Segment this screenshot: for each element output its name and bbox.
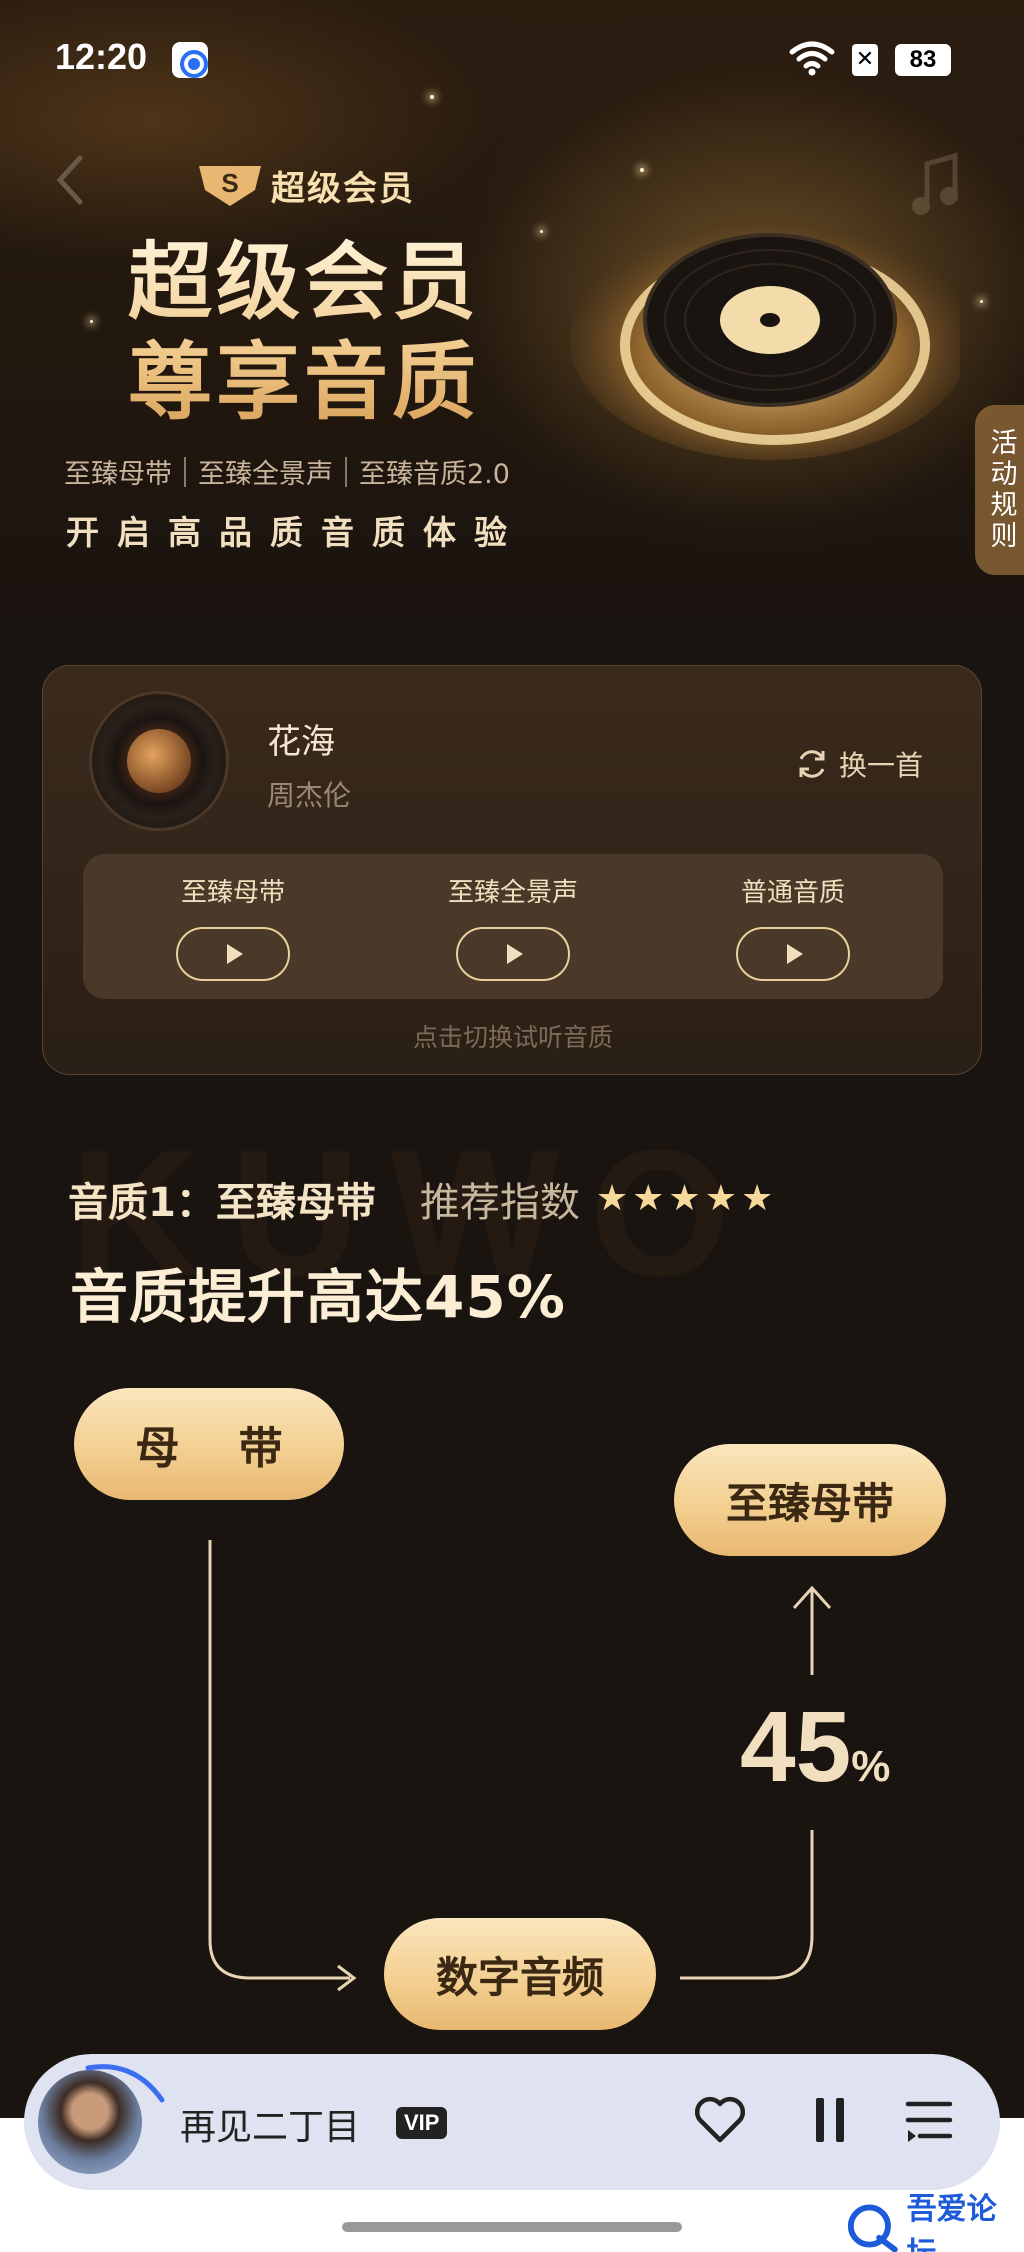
divider: [184, 456, 186, 487]
hero-tagline: 开启高品质音质体验: [66, 513, 525, 552]
hero-title-line1: 超级会员: [128, 233, 481, 331]
forum-watermark: 吾爱论坛: [842, 2184, 1024, 2252]
flow-arrow-head: [792, 1585, 832, 1610]
vip-logo-text: 超级会员: [271, 168, 415, 209]
master-tape-pill: 母 带: [74, 1388, 344, 1500]
digital-audio-pill: 数字音频: [384, 1918, 656, 2030]
album-art: [89, 691, 229, 831]
vip-badge: VIP: [396, 2107, 448, 2139]
flow-arrow-head: [337, 1964, 357, 1992]
pause-bar: [816, 2098, 824, 2142]
pause-bar: [836, 2098, 844, 2142]
improvement-percent: 45%: [740, 1690, 890, 1805]
home-indicator[interactable]: [342, 2222, 682, 2232]
activity-rules-tab[interactable]: 活动规则: [975, 405, 1024, 575]
play-icon: [507, 944, 523, 964]
forum-logo-icon: [847, 2204, 898, 2252]
quality-option-label: 至臻母带: [180, 878, 285, 908]
play-icon: [227, 944, 243, 964]
playlist-icon[interactable]: [904, 2094, 954, 2146]
back-arrow-icon[interactable]: [50, 150, 90, 210]
battery-indicator: 83: [895, 44, 951, 76]
heart-icon[interactable]: [692, 2092, 748, 2148]
mini-player[interactable]: 再见二丁目 VIP: [24, 2054, 1000, 2190]
page: 12:20 ✕ 83 S 超级会员 超级会员 尊享音质 至臻母带 至臻全景声 至…: [0, 0, 1024, 2252]
quality-headline: 音质提升高达45%: [70, 1263, 566, 1331]
quality-option: 普通音质: [673, 872, 913, 981]
now-playing-title: 再见二丁目: [180, 2107, 361, 2148]
refresh-icon: [799, 750, 825, 778]
vip-badge-letter: S: [221, 168, 238, 198]
recommend-stars: ★ ★ ★ ★ ★: [596, 1179, 773, 1219]
star-icon: ★: [595, 1178, 629, 1219]
song-title: 花海: [267, 722, 335, 762]
sim-status-icon: ✕: [852, 44, 878, 76]
quality-selector: 至臻母带 至臻全景声 普通音质: [83, 854, 943, 999]
divider: [345, 456, 347, 487]
play-supreme-master-button[interactable]: [176, 927, 290, 981]
feature-item: 至臻全景声: [198, 459, 333, 490]
app-notification-icon: [172, 42, 208, 78]
super-vip-logo: S 超级会员: [195, 160, 415, 210]
hero-title: 超级会员 尊享音质: [128, 232, 480, 432]
hero-feature-list: 至臻母带 至臻全景声 至臻音质2.0: [64, 452, 510, 491]
supreme-master-pill: 至臻母带: [674, 1444, 946, 1556]
quality-name: 音质1：至臻母带: [68, 1180, 376, 1226]
flow-arrow-line: [208, 1540, 350, 1980]
hero-title-line2: 尊享音质: [128, 333, 481, 431]
song-artist: 周杰伦: [267, 779, 352, 812]
improvement-percent-value: 45: [740, 1691, 852, 1803]
wifi-icon: [789, 41, 835, 76]
quality-option-label: 普通音质: [740, 878, 845, 908]
status-bar: 12:20 ✕ 83: [0, 0, 1024, 110]
improvement-percent-unit: %: [851, 1742, 891, 1791]
vip-s-badge-icon: S: [199, 166, 261, 206]
status-time: 12:20: [55, 36, 148, 77]
feature-item: 至臻母带: [64, 459, 172, 490]
song-preview-card: 花海 周杰伦 换一首 至臻母带 至臻全景声 普通音质 点击切换试听音质: [42, 665, 982, 1075]
play-normal-quality-button[interactable]: [736, 927, 850, 981]
star-icon: ★: [704, 1178, 737, 1219]
switch-song-label: 换一首: [839, 749, 924, 782]
sparkle: [90, 320, 93, 323]
play-icon: [787, 944, 803, 964]
switch-song-button[interactable]: 换一首: [795, 744, 923, 784]
forum-watermark-text: 吾爱论坛: [906, 2192, 997, 2252]
quality-option: 至臻全景声: [393, 872, 633, 981]
sparkle: [980, 300, 983, 303]
recommend-label: 推荐指数: [419, 1180, 580, 1226]
pause-icon[interactable]: [810, 2094, 850, 2146]
star-icon: ★: [740, 1178, 774, 1219]
quality-title-row: 音质1：至臻母带 推荐指数 ★ ★ ★ ★ ★: [68, 1170, 773, 1228]
star-icon: ★: [632, 1178, 665, 1219]
feature-item: 至臻音质2.0: [359, 459, 510, 490]
vinyl-record-illustration: [570, 220, 960, 460]
playback-progress-arc: [85, 2064, 165, 2103]
quality-option-label: 至臻全景声: [447, 878, 578, 908]
flow-arrow-line: [680, 1830, 814, 1980]
music-note-icon[interactable]: [905, 150, 965, 220]
quality-option: 至臻母带: [113, 872, 353, 981]
play-panoramic-sound-button[interactable]: [456, 927, 570, 981]
star-icon: ★: [668, 1178, 701, 1219]
card-hint: 点击切换试听音质: [412, 1023, 613, 1052]
